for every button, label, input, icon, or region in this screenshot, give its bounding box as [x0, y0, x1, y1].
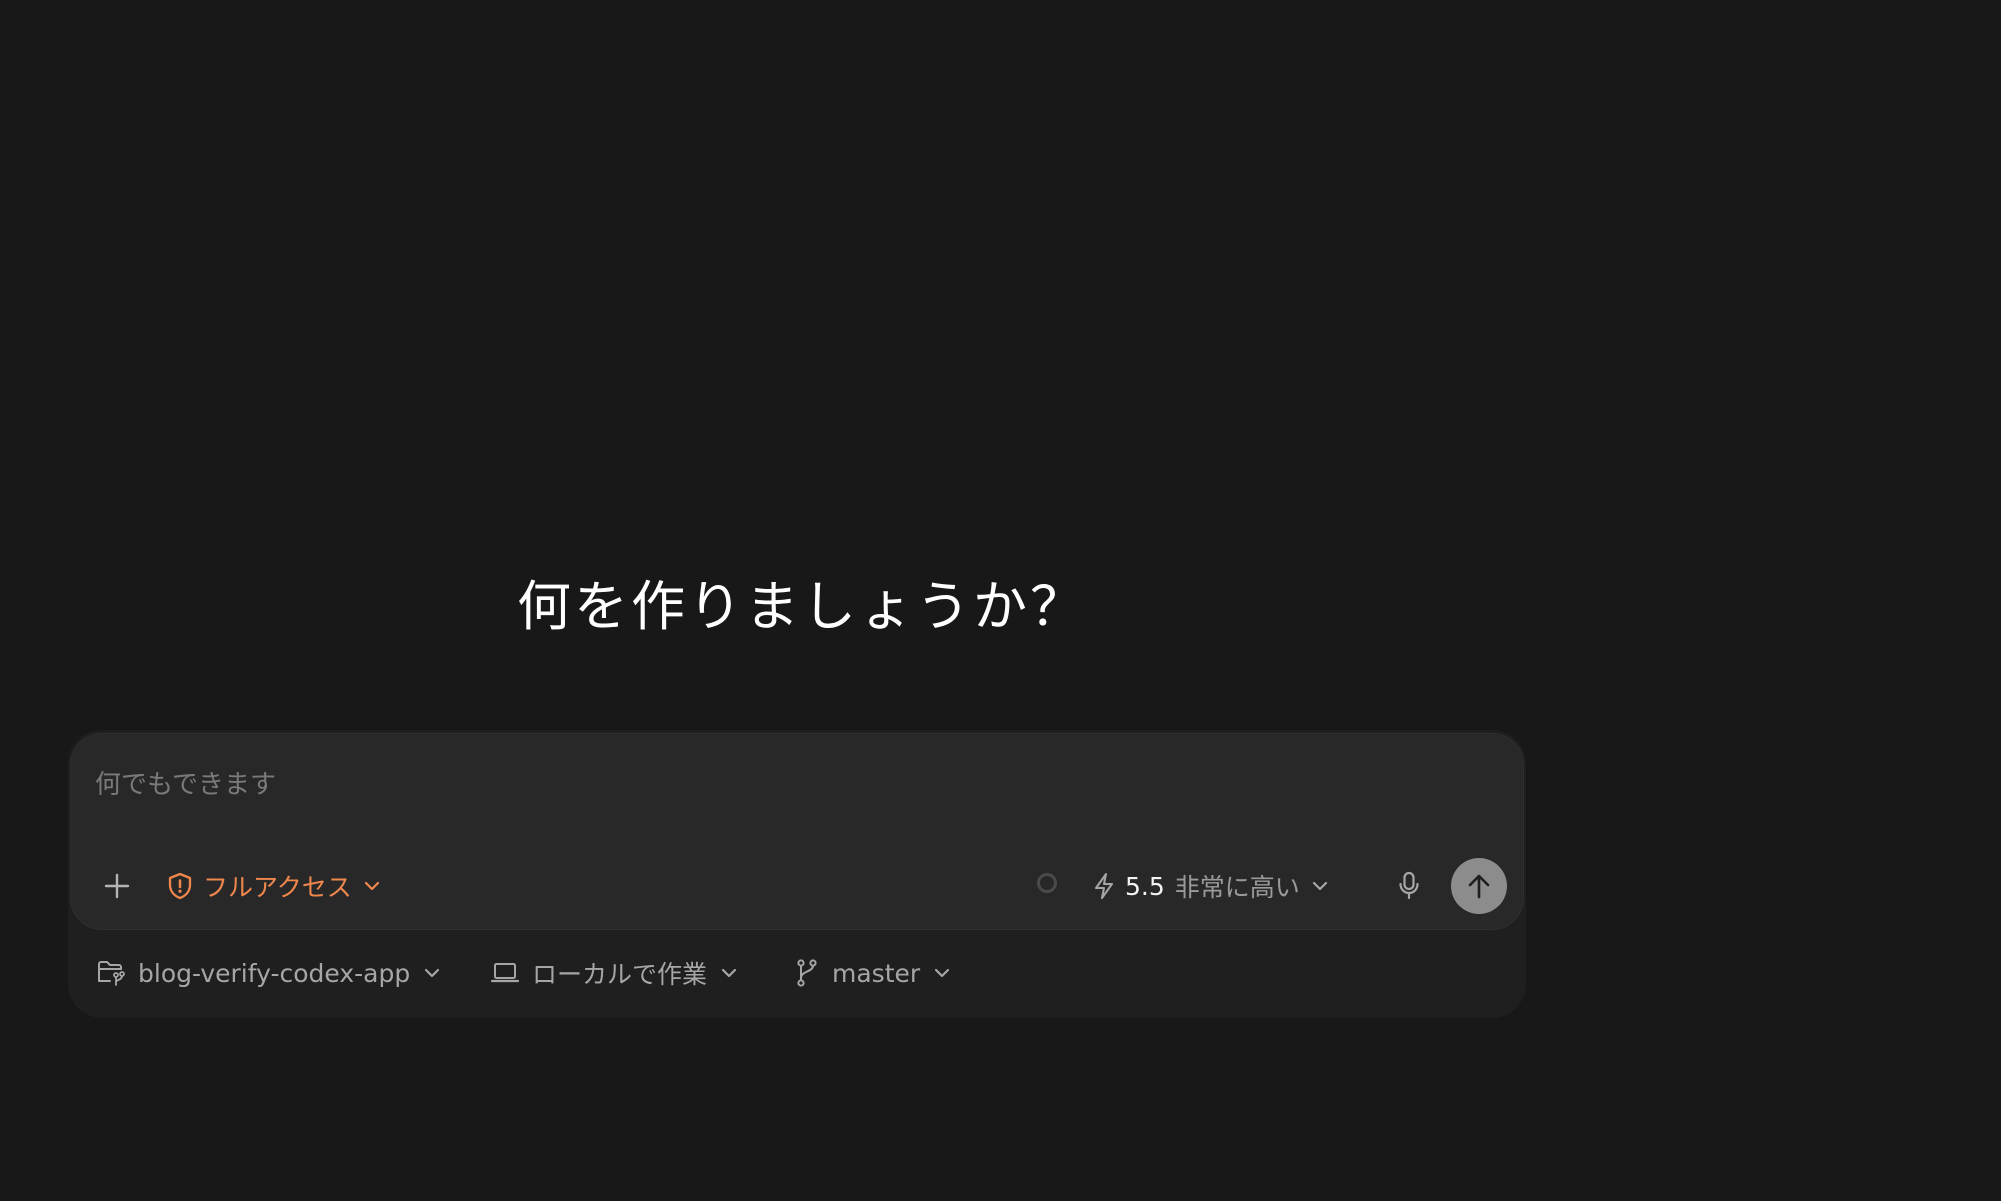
model-version: 5.5	[1125, 871, 1165, 901]
voice-input-button[interactable]	[1387, 864, 1431, 908]
project-selector-dropdown[interactable]: blog-verify-codex-app	[96, 948, 442, 998]
model-selector-dropdown[interactable]: 5.5 非常に高い	[1093, 864, 1330, 908]
composer: フルアクセス 5.5 非常に高い	[70, 733, 1524, 930]
chevron-down-icon	[362, 876, 382, 896]
laptop-icon	[490, 960, 520, 986]
git-branch-icon	[794, 958, 820, 988]
access-mode-dropdown[interactable]: フルアクセス	[167, 864, 382, 908]
plus-icon	[102, 871, 132, 901]
access-mode-label: フルアクセス	[203, 873, 352, 902]
chevron-down-icon	[719, 963, 739, 983]
folder-git-icon	[96, 959, 126, 987]
branch-selector-dropdown[interactable]: master	[794, 948, 952, 998]
composer-toolbar: フルアクセス 5.5 非常に高い	[71, 856, 1523, 916]
composer-footer: blog-verify-codex-app ローカルで作業 master	[68, 948, 1526, 998]
branch-name-label: master	[832, 958, 921, 988]
project-name-label: blog-verify-codex-app	[138, 958, 411, 988]
arrow-up-icon	[1464, 871, 1494, 901]
lightning-icon	[1093, 872, 1115, 900]
chevron-down-icon	[1310, 876, 1330, 896]
environment-selector-dropdown[interactable]: ローカルで作業	[490, 948, 739, 998]
page-title: 何を作りましょうか？	[517, 575, 1087, 638]
app-page: 何を作りましょうか？ フルアクセス	[0, 0, 2001, 1201]
status-ring-icon	[1037, 873, 1057, 893]
model-effort-label: 非常に高い	[1174, 873, 1300, 902]
shield-alert-icon	[167, 872, 193, 900]
chevron-down-icon	[932, 963, 952, 983]
prompt-input[interactable]	[95, 760, 1475, 810]
add-attachment-button[interactable]	[95, 864, 139, 908]
environment-label: ローカルで作業	[532, 960, 708, 989]
send-button[interactable]	[1451, 858, 1507, 914]
chevron-down-icon	[422, 963, 442, 983]
microphone-icon	[1397, 871, 1421, 901]
